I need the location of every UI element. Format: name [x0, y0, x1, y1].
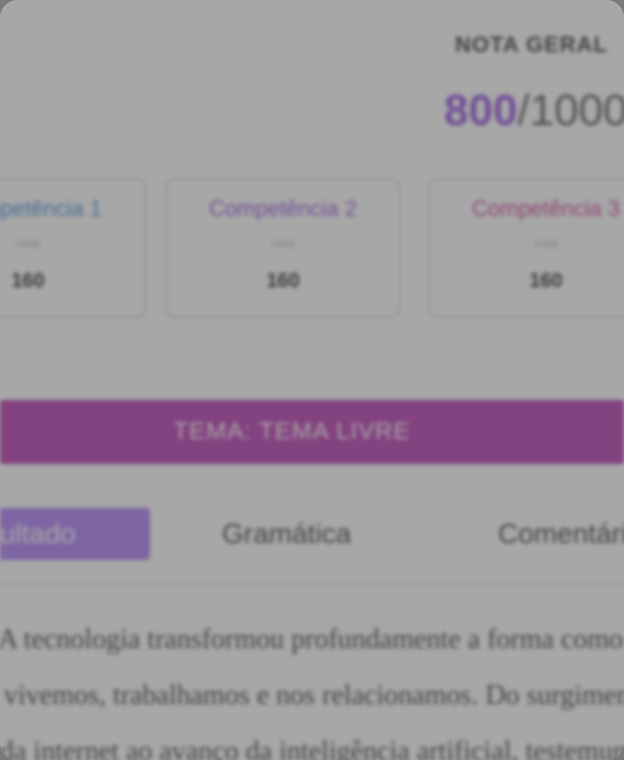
competencia-score: 160	[266, 270, 300, 292]
competencia-title: Competência 1	[0, 196, 102, 221]
competencia-subtitle: nota	[271, 236, 295, 250]
result-panel: NOTA GERAL 800/1000 Competência 1 nota 1…	[0, 0, 624, 760]
competencia-title: Competência 2	[209, 196, 357, 221]
essay-line: vivemos, trabalhamos e nos relacionamos.…	[4, 680, 624, 711]
essay-line: da internet ao avanço da inteligência ar…	[0, 736, 624, 760]
nota-max: /1000	[517, 86, 624, 135]
tab-resultado[interactable]: Resultado	[0, 508, 150, 560]
competencia-title: Competência 3	[472, 196, 620, 221]
competencia-card-2[interactable]: Competência 2 nota 160	[165, 178, 401, 318]
nota-geral-value: 800/1000	[444, 86, 624, 136]
competencia-card-1[interactable]: Competência 1 nota 160	[0, 178, 146, 318]
tema-text: TEMA: TEMA LIVRE	[173, 418, 411, 445]
competencia-card-3[interactable]: Competência 3 nota 160	[428, 178, 624, 318]
result-tabs: Resultado Gramática Comentários	[0, 508, 624, 560]
competencia-subtitle: nota	[534, 236, 558, 250]
tab-resultado-label: Resultado	[0, 518, 76, 549]
tabs-divider	[0, 584, 624, 586]
competencia-score: 160	[11, 270, 45, 292]
modal-frame: NOTA GERAL 800/1000 Competência 1 nota 1…	[0, 0, 624, 760]
tab-gramatica[interactable]: Gramática	[222, 508, 351, 560]
competencia-cards: Competência 1 nota 160 Competência 2 not…	[0, 178, 624, 318]
tab-comentarios[interactable]: Comentários	[498, 508, 624, 560]
nota-score: 800	[444, 86, 518, 135]
competencia-score: 160	[529, 270, 563, 292]
competencia-subtitle: nota	[16, 236, 40, 250]
tema-banner: TEMA: TEMA LIVRE	[0, 400, 624, 464]
essay-text: A tecnologia transformou profundamente a…	[0, 612, 624, 760]
nota-geral-label: NOTA GERAL	[455, 32, 608, 57]
essay-line: A tecnologia transformou profundamente a…	[0, 624, 624, 655]
